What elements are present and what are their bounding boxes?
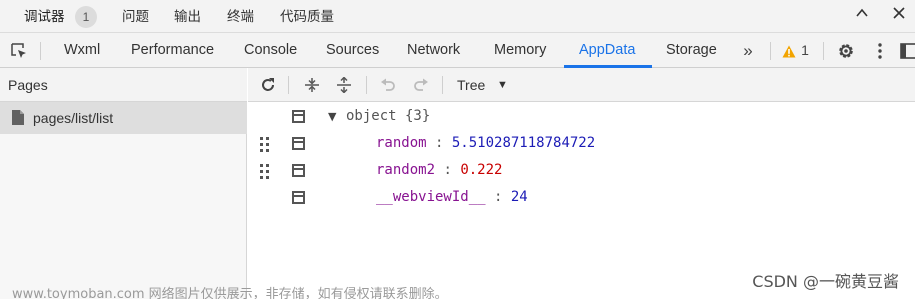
sidebar-item-label: pages/list/list <box>33 110 114 126</box>
undo-icon[interactable] <box>378 68 398 102</box>
toolbar-divider <box>442 76 443 94</box>
collapse-all-icon[interactable] <box>302 68 322 102</box>
chevron-down-icon[interactable]: ▼ <box>497 68 508 102</box>
tab-output[interactable]: 输出 <box>174 0 201 33</box>
watermark-text: www.toymoban.com 网络图片仅供展示，非存储，如有侵权请联系删除。 <box>12 287 448 299</box>
element-picker-icon[interactable] <box>8 33 30 68</box>
refresh-icon[interactable] <box>258 68 278 102</box>
expand-caret-icon[interactable]: ▼ <box>328 103 336 130</box>
tree-root-row[interactable]: ▼ object {3} <box>248 103 915 130</box>
tab-memory[interactable]: Memory <box>494 33 546 68</box>
tab-appdata[interactable]: AppData <box>579 33 635 68</box>
tab-problems[interactable]: 问题 <box>122 0 149 33</box>
sidebar-item-page[interactable]: pages/list/list <box>0 102 247 134</box>
toolbar-divider <box>366 76 367 94</box>
tree-key: __webviewId__ <box>376 189 486 205</box>
chevron-up-icon[interactable] <box>851 5 873 27</box>
issue-count-badge: 1 <box>75 6 97 28</box>
toolbar-divider <box>770 42 771 60</box>
tab-performance[interactable]: Performance <box>131 33 214 68</box>
close-icon[interactable] <box>888 5 910 27</box>
edit-box-icon[interactable] <box>292 191 305 204</box>
warning-count[interactable]: 1 <box>799 33 811 68</box>
tab-console[interactable]: Console <box>244 33 297 68</box>
tab-code-quality[interactable]: 代码质量 <box>280 0 334 33</box>
tab-sources[interactable]: Sources <box>326 33 379 68</box>
tree-key: random <box>376 135 427 151</box>
appdata-toolbar: Tree ▼ <box>248 68 915 102</box>
pages-sidebar: Pages pages/list/list <box>0 68 247 299</box>
file-icon <box>12 110 24 125</box>
toolbar-divider <box>823 42 824 60</box>
tree-row[interactable]: random : 5.510287118784722 <box>248 130 915 157</box>
more-tabs-icon[interactable]: » <box>738 33 758 68</box>
panel-header-bar: 调试器 1 问题 输出 终端 代码质量 <box>0 0 915 33</box>
tab-wxml[interactable]: Wxml <box>64 33 100 68</box>
tree-value[interactable]: 24 <box>511 189 528 205</box>
devtools-tab-bar: Wxml Performance Console Sources Network… <box>0 33 915 68</box>
redo-icon[interactable] <box>411 68 431 102</box>
toolbar-divider <box>40 42 41 60</box>
sidebar-title: Pages <box>0 68 247 102</box>
tab-network[interactable]: Network <box>407 33 460 68</box>
tree-key: random2 <box>376 162 436 178</box>
tree-row[interactable]: __webviewId__ : 24 <box>248 184 915 211</box>
gear-icon[interactable] <box>835 33 857 68</box>
view-mode-select[interactable]: Tree <box>457 68 485 102</box>
tab-storage[interactable]: Storage <box>666 33 717 68</box>
tab-terminal[interactable]: 终端 <box>227 0 254 33</box>
drag-handle-icon[interactable] <box>260 136 272 152</box>
kebab-menu-icon[interactable] <box>872 33 888 68</box>
tree-root-label: object {3} <box>346 108 431 124</box>
warning-icon[interactable] <box>781 33 797 68</box>
dock-side-icon[interactable] <box>900 33 915 68</box>
watermark-author: CSDN @一碗黄豆酱 <box>752 272 899 291</box>
tree-value[interactable]: 0.222 <box>460 162 502 178</box>
drag-handle-icon[interactable] <box>260 163 272 179</box>
tree-row[interactable]: random2 : 0.222 <box>248 157 915 184</box>
toolbar-divider <box>288 76 289 94</box>
expand-all-icon[interactable] <box>334 68 354 102</box>
edit-box-icon[interactable] <box>292 137 305 150</box>
edit-box-icon[interactable] <box>292 110 305 123</box>
edit-box-icon[interactable] <box>292 164 305 177</box>
tree-value[interactable]: 5.510287118784722 <box>452 135 595 151</box>
tab-debugger[interactable]: 调试器 <box>24 0 65 33</box>
